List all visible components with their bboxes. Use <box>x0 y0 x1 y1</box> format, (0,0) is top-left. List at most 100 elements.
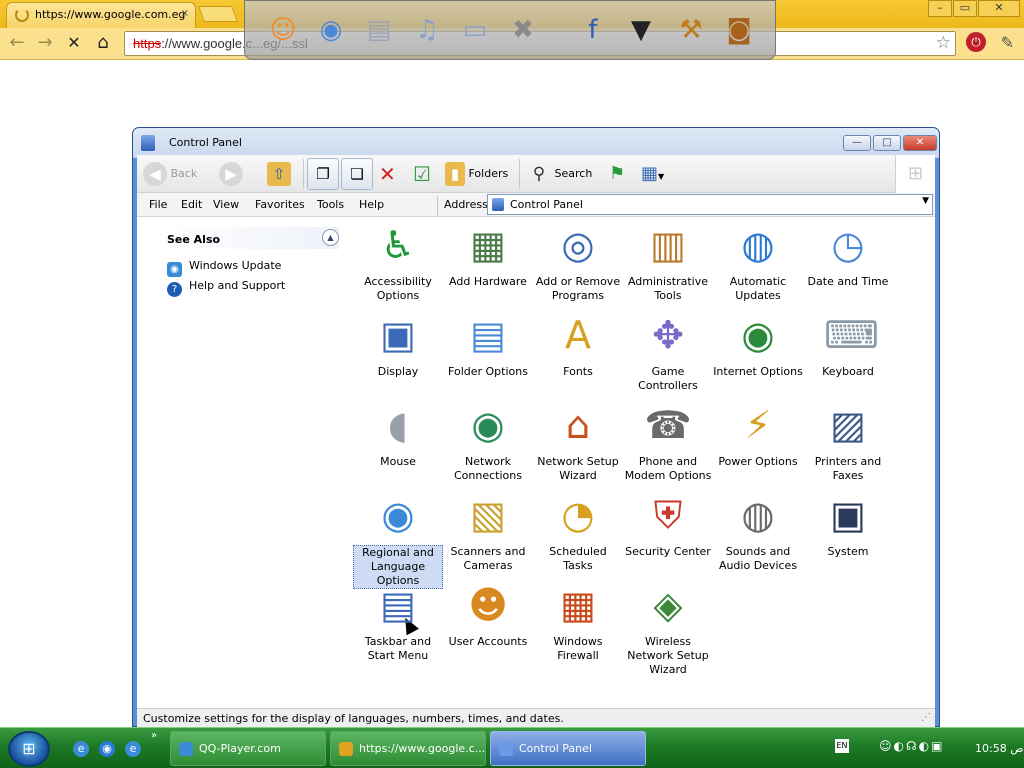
forward-icon[interactable]: → <box>34 33 56 55</box>
control-panel-item[interactable]: ☻ User Accounts <box>443 581 533 649</box>
ie-icon <box>179 742 193 756</box>
extension-stop-icon[interactable]: ⏻ <box>966 32 986 52</box>
menu-favorites[interactable]: Favorites <box>255 198 305 211</box>
control-panel-item[interactable]: ◖ Mouse <box>353 401 443 469</box>
control-panel-item[interactable]: ◔ Scheduled Tasks <box>533 491 623 573</box>
control-panel-item[interactable]: ◉ Internet Options <box>713 311 803 379</box>
document-icon[interactable]: ▤ <box>357 7 401 53</box>
language-indicator[interactable]: EN <box>835 739 849 753</box>
control-panel-item[interactable]: ✥ Game Controllers <box>623 311 713 393</box>
quicklaunch-more-icon[interactable]: » <box>151 730 157 741</box>
collapse-icon[interactable]: ▲ <box>322 229 339 246</box>
menu-edit[interactable]: Edit <box>181 198 202 211</box>
address-combobox[interactable]: Control Panel ▼ <box>487 194 933 215</box>
menu-help[interactable]: Help <box>359 198 384 211</box>
tray-icons[interactable]: ☺◐☊◐▣ <box>879 739 944 753</box>
naruto-avatar[interactable]: ☺ <box>261 7 305 53</box>
control-panel-item[interactable]: ◈ Wireless Network Setup Wizard <box>623 581 713 677</box>
menu-tools[interactable]: Tools <box>317 198 344 211</box>
facebook-icon[interactable]: f <box>571 7 615 53</box>
control-panel-item[interactable]: ▤ Folder Options <box>443 311 533 379</box>
control-panel-item[interactable]: ⚡ Power Options <box>713 401 803 469</box>
control-panel-item[interactable]: ◍ Sounds and Audio Devices <box>713 491 803 573</box>
automatic-updates-icon: ◍ <box>741 223 775 267</box>
control-panel-item[interactable]: ▦ Windows Firewall <box>533 581 623 663</box>
ie2-quicklaunch-icon[interactable]: e <box>125 741 141 757</box>
ie-quicklaunch-icon[interactable]: e <box>73 741 89 757</box>
control-panel-item[interactable]: ◉ Regional and Language Options <box>353 491 443 589</box>
back-button[interactable]: ◀ Back <box>143 159 197 189</box>
printers-faxes-icon: ▨ <box>830 403 866 447</box>
resize-grip-icon[interactable]: ⋰ <box>921 712 931 723</box>
control-panel-item[interactable]: ▦ Add Hardware <box>443 221 533 289</box>
control-panel-item-label: Printers and Faxes <box>814 455 882 482</box>
back-icon[interactable]: ← <box>6 33 28 55</box>
menu-file[interactable]: File <box>149 198 167 211</box>
control-panel-item[interactable]: ♿ Accessibility Options <box>353 221 443 303</box>
menu-view[interactable]: View <box>213 198 239 211</box>
barrel-icon[interactable]: ◙ <box>717 7 761 53</box>
forward-button[interactable]: ▶ <box>219 159 243 189</box>
control-panel-item[interactable]: ☎ Phone and Modem Options <box>623 401 713 483</box>
views-button[interactable]: ▦▼ <box>641 159 664 189</box>
control-panel-item[interactable]: ⛨ Security Center <box>623 491 713 559</box>
control-panel-item-label: Phone and Modem Options <box>624 455 712 482</box>
globe-icon[interactable]: ◉ <box>309 7 353 53</box>
hammer-icon[interactable]: ⚒ <box>669 7 713 53</box>
control-panel-item[interactable]: ▣ System <box>803 491 893 559</box>
control-panel-item[interactable]: ▤ Taskbar and Start Menu <box>353 581 443 663</box>
control-panel-item[interactable]: ▨ Printers and Faxes <box>803 401 893 483</box>
see-also-help-support[interactable]: ? Help and Support <box>167 279 285 297</box>
see-also-link-label: Help and Support <box>189 279 286 292</box>
control-panel-item[interactable]: A Fonts <box>533 311 623 379</box>
control-panel-item[interactable]: ◍ Automatic Updates <box>713 221 803 303</box>
browser-minimize-button[interactable]: – <box>928 0 952 17</box>
maximize-button[interactable]: □ <box>873 135 901 151</box>
control-panel-item[interactable]: ◉ Network Connections <box>443 401 533 483</box>
stop-icon[interactable]: ✕ <box>63 33 85 55</box>
wrench-menu-icon[interactable]: ✎ <box>1001 33 1014 52</box>
browser-tab[interactable]: https://www.google.com.eg × <box>6 2 196 28</box>
copy-to-button[interactable]: ❐ <box>307 158 339 190</box>
new-tab-button[interactable] <box>198 6 238 22</box>
see-also-windows-update[interactable]: ◉ Windows Update <box>167 259 281 277</box>
control-panel-item[interactable]: ▧ Scanners and Cameras <box>443 491 533 573</box>
up-button[interactable]: ⇧ <box>267 159 291 189</box>
taskbar-button[interactable]: https://www.google.c... <box>330 731 486 766</box>
control-panel-item[interactable]: ◷ Date and Time <box>803 221 893 289</box>
start-button[interactable]: ⊞ <box>8 731 50 767</box>
search-button[interactable]: ⚲ Search <box>527 159 593 189</box>
minimize-button[interactable]: — <box>843 135 871 151</box>
browser-close-button[interactable]: ✕ <box>978 0 1020 17</box>
control-panel-item[interactable]: ◎ Add or Remove Programs <box>533 221 623 303</box>
folder-icon[interactable]: ▭ <box>453 7 497 53</box>
bookmark-star-icon[interactable]: ☆ <box>936 33 951 53</box>
tab-close-icon[interactable]: × <box>181 8 189 19</box>
control-panel-item[interactable]: ⌨ Keyboard <box>803 311 893 379</box>
control-panel-item-label: Accessibility Options <box>364 275 432 302</box>
dropdown-arrow-icon[interactable]: ▼ <box>922 196 929 206</box>
music-folder-icon[interactable]: ♫ <box>405 7 449 53</box>
taskbar-button[interactable]: QQ-Player.com <box>170 731 326 766</box>
tshirt-icon[interactable]: ▼ <box>619 7 663 53</box>
loading-spinner-icon <box>15 8 29 22</box>
folders-button[interactable]: ▮ Folders <box>445 159 508 189</box>
window-titlebar[interactable]: Control Panel — □ ✕ <box>133 128 939 158</box>
home-icon[interactable]: ⌂ <box>92 33 114 55</box>
clock[interactable]: 10:58 ص <box>975 742 1024 755</box>
taskbar-button[interactable]: Control Panel <box>490 731 646 766</box>
system-icon: ▣ <box>830 493 866 537</box>
desktop-quicklaunch-icon[interactable]: ◉ <box>99 741 115 757</box>
delete-button[interactable]: ✕ <box>379 159 396 189</box>
control-panel-item[interactable]: ▣ Display <box>353 311 443 379</box>
close-button[interactable]: ✕ <box>903 135 937 151</box>
control-panel-item[interactable]: ▥ Administrative Tools <box>623 221 713 303</box>
properties-button[interactable]: ☑ <box>413 159 431 189</box>
tools-icon[interactable]: ✖ <box>501 7 545 53</box>
folder-sync-button[interactable]: ⚑ <box>609 159 625 189</box>
browser-maximize-button[interactable]: ▭ <box>953 0 977 17</box>
move-to-button[interactable]: ❏ <box>341 158 373 190</box>
control-panel-icon <box>141 135 155 151</box>
control-panel-item[interactable]: ⌂ Network Setup Wizard <box>533 401 623 483</box>
network-setup-wizard-icon: ⌂ <box>565 403 591 447</box>
